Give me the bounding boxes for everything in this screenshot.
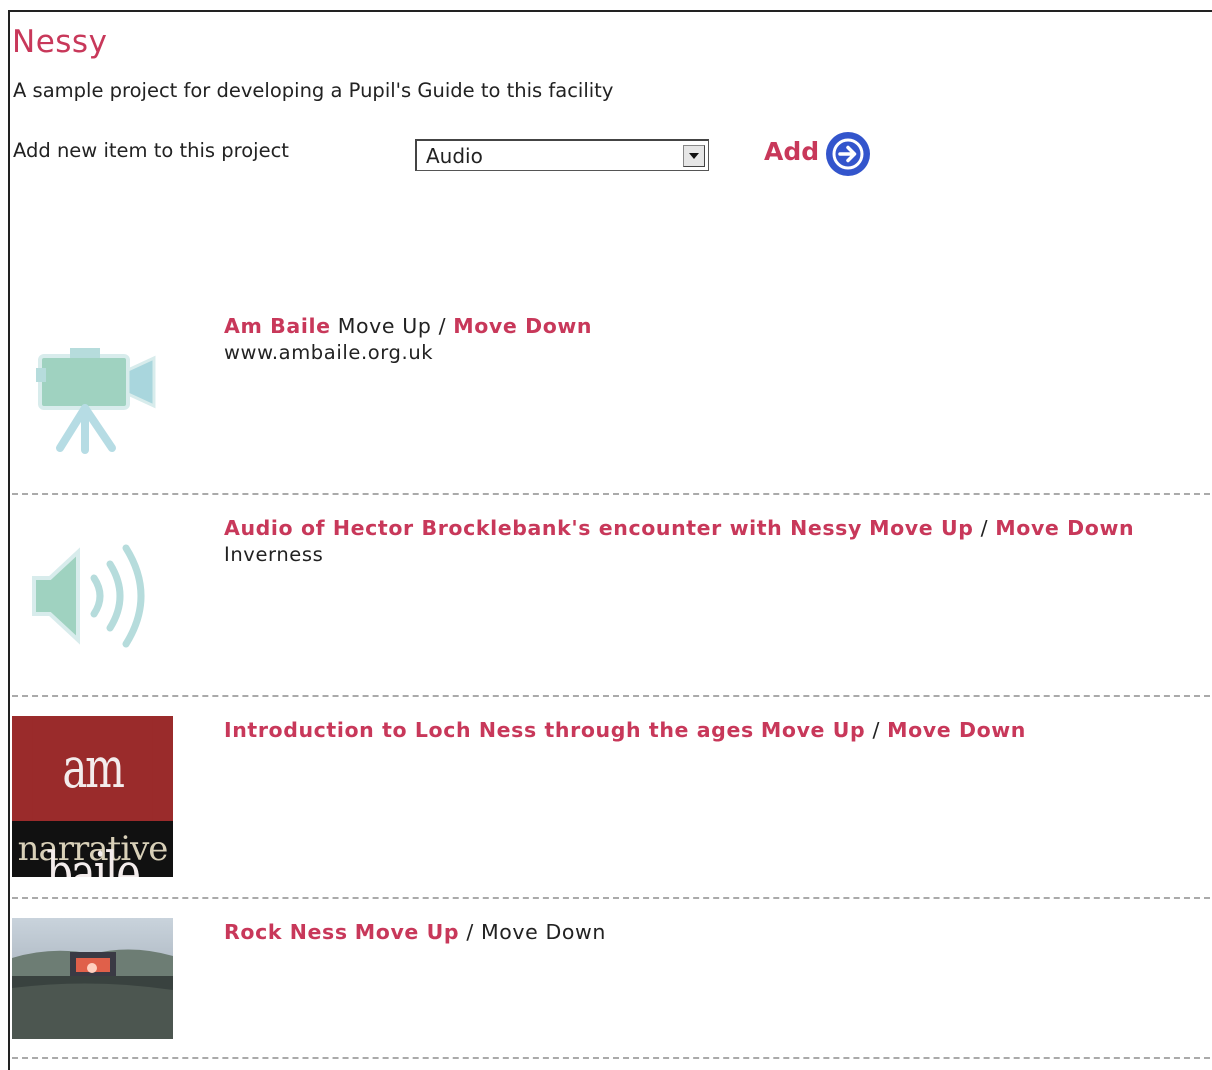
move-separator: /	[980, 516, 989, 540]
logo-top-text: am baile	[32, 716, 153, 877]
video-camera-icon	[36, 348, 156, 454]
move-up-link[interactable]: Move Up	[869, 516, 973, 540]
move-up-disabled: Move Up	[337, 314, 432, 338]
item-separator	[12, 1057, 1210, 1059]
arrow-right-circle-icon[interactable]	[825, 131, 871, 177]
concert-photo	[12, 918, 173, 1039]
list-item: Audio of Hector Brocklebank's encounter …	[12, 514, 1210, 698]
item-separator	[12, 695, 1210, 697]
item-subtitle: www.ambaile.org.uk	[224, 341, 434, 364]
speaker-icon	[32, 544, 145, 648]
item-type-selected-value: Audio	[426, 143, 483, 168]
move-down-link[interactable]: Move Down	[453, 314, 592, 338]
list-item: Rock Ness Move Up / Move Down	[12, 918, 1210, 1064]
move-separator: /	[466, 920, 474, 944]
item-subtitle: Inverness	[224, 543, 324, 566]
item-title-link[interactable]: Audio of Hector Brocklebank's encounter …	[224, 516, 862, 540]
move-down-link[interactable]: Move Down	[887, 718, 1026, 742]
item-separator	[12, 493, 1210, 495]
move-separator: /	[438, 314, 447, 338]
add-button-label[interactable]: Add	[764, 137, 819, 166]
item-title-row: Audio of Hector Brocklebank's encounter …	[224, 516, 1134, 540]
item-type-select[interactable]: Audio	[415, 139, 709, 171]
move-down-link[interactable]: Move Down	[995, 516, 1134, 540]
ambaile-narrative-logo: am baile narrative	[12, 716, 173, 877]
add-item-label: Add new item to this project	[13, 139, 289, 162]
list-item: am baile narrative Introduction to Loch …	[12, 716, 1210, 900]
item-title-link[interactable]: Am Baile	[224, 314, 331, 338]
item-title-link[interactable]: Rock Ness	[224, 920, 348, 944]
project-description: A sample project for developing a Pupil'…	[13, 79, 614, 102]
item-title-link[interactable]: Introduction to Loch Ness through the ag…	[224, 718, 754, 742]
move-separator: /	[872, 718, 880, 742]
move-up-link[interactable]: Move Up	[355, 920, 459, 944]
list-item: Am Baile Move Up / Move Down www.ambaile…	[12, 312, 1210, 496]
chevron-down-icon[interactable]	[683, 144, 705, 167]
item-title-row: Rock Ness Move Up / Move Down	[224, 920, 606, 944]
project-title: Nessy	[12, 24, 108, 60]
move-up-link[interactable]: Move Up	[761, 718, 865, 742]
item-title-row: Am Baile Move Up / Move Down	[224, 314, 592, 338]
item-title-row: Introduction to Loch Ness through the ag…	[224, 718, 1026, 742]
move-down-disabled: Move Down	[480, 920, 606, 944]
item-separator	[12, 897, 1210, 899]
